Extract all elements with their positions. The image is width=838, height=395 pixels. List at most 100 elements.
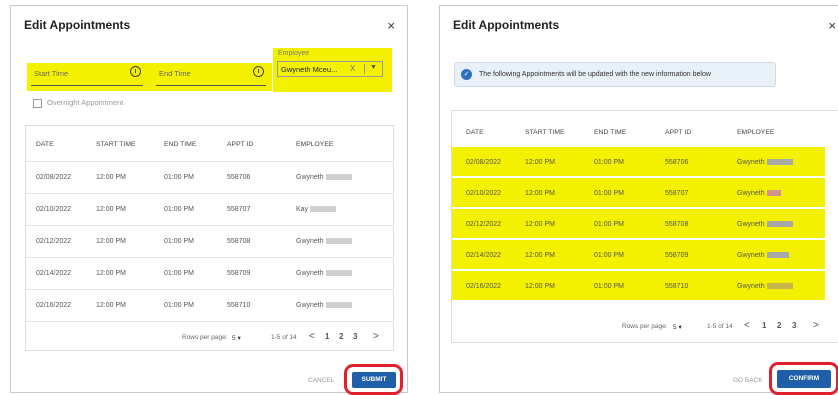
info-banner: ✓ The following Appointments will be upd… [454, 62, 776, 87]
page-2-button[interactable]: 2 [339, 332, 343, 341]
table-cell: 558708 [227, 238, 251, 245]
employee-value: Gwyneth Mceu... [281, 65, 338, 74]
next-page-button[interactable]: > [813, 320, 819, 331]
employee-name: Gwyneth [737, 190, 765, 197]
table-cell: 01:00 PM [164, 270, 194, 277]
column-header: APPT ID [665, 129, 692, 136]
redacted-surname [766, 283, 793, 290]
employee-name: Gwyneth [737, 221, 765, 228]
table-cell: 12:00 PM [96, 270, 126, 277]
cancel-button[interactable]: CANCEL [308, 377, 334, 384]
clock-icon[interactable] [253, 66, 264, 77]
rows-per-page-select[interactable]: 5 ▾ [673, 323, 682, 331]
employee-name: Gwyneth [737, 252, 765, 259]
redacted-surname [766, 252, 789, 259]
rows-per-page-label: Rows per page: [182, 334, 228, 341]
table-cell: 558708 [665, 221, 689, 228]
table-cell: 02/16/2022 [466, 283, 502, 290]
next-page-button[interactable]: > [373, 331, 379, 342]
dialog-title: Edit Appointments [453, 18, 560, 32]
table-cell-employee: Gwyneth [737, 190, 781, 197]
confirm-appointments-dialog: Edit Appointments × ✓ The following Appo… [439, 5, 838, 395]
close-icon[interactable]: × [828, 18, 836, 33]
table-cell: 12:00 PM [525, 252, 555, 259]
table-cell: 01:00 PM [594, 221, 624, 228]
redacted-surname [325, 238, 352, 245]
page-1-button[interactable]: 1 [325, 332, 329, 341]
column-header: START TIME [96, 141, 136, 148]
employee-name: Gwyneth [737, 283, 765, 290]
prev-page-button[interactable]: < [309, 331, 315, 342]
table-cell: 12:00 PM [525, 221, 555, 228]
table-cell: 12:00 PM [525, 283, 555, 290]
chevron-down-icon: ▾ [678, 324, 682, 331]
annotation-highlight-ring [344, 364, 403, 395]
column-header: EMPLOYEE [296, 141, 334, 148]
overnight-label: Overnight Appointment [47, 98, 124, 107]
page-1-button[interactable]: 1 [762, 321, 766, 330]
table-cell: 01:00 PM [164, 238, 194, 245]
edit-appointments-dialog: Edit Appointments × Start Time End Time … [10, 5, 408, 395]
table-cell: 01:00 PM [164, 174, 194, 181]
table-cell-employee: Gwyneth [737, 283, 793, 290]
go-back-button[interactable]: GO BACK [733, 377, 763, 384]
start-time-field[interactable]: Start Time [31, 65, 143, 86]
table-cell: 558710 [227, 302, 251, 309]
table-cell-employee: Gwyneth [737, 159, 793, 166]
table-cell: 01:00 PM [594, 252, 624, 259]
rows-per-page-value: 5 [673, 324, 677, 331]
table-cell: 01:00 PM [594, 190, 624, 197]
table-cell-employee: Gwyneth [737, 221, 793, 228]
table-cell: 558706 [665, 159, 689, 166]
overnight-checkbox[interactable] [33, 99, 42, 108]
prev-page-button[interactable]: < [744, 320, 750, 331]
chevron-down-icon: ▾ [237, 335, 241, 342]
divider [26, 193, 393, 194]
employee-name: Gwyneth [296, 238, 324, 245]
start-time-placeholder: Start Time [34, 69, 69, 78]
table-cell-employee: Gwyneth [296, 174, 352, 181]
appointments-table: DATE START TIME END TIME APPT ID EMPLOYE… [451, 110, 838, 343]
employee-label: Employee [278, 50, 310, 57]
table-cell: 01:00 PM [594, 283, 624, 290]
table-cell: 01:00 PM [594, 159, 624, 166]
column-header: EMPLOYEE [737, 129, 775, 136]
table-cell-employee: Gwyneth [737, 252, 789, 259]
table-cell: 02/12/2022 [466, 221, 502, 228]
table-cell: 02/14/2022 [466, 252, 502, 259]
table-cell: 02/16/2022 [36, 302, 72, 309]
employee-name: Gwyneth [296, 270, 324, 277]
clock-icon[interactable] [130, 66, 141, 77]
redacted-surname [766, 221, 793, 228]
info-text: The following Appointments will be updat… [479, 71, 711, 78]
rows-per-page-select[interactable]: 5 ▾ [232, 334, 241, 342]
employee-name: Gwyneth [737, 159, 765, 166]
divider [26, 257, 393, 258]
page-2-button[interactable]: 2 [777, 321, 781, 330]
close-icon[interactable]: × [387, 18, 395, 33]
annotation-highlight-ring [769, 362, 838, 395]
clear-icon[interactable]: X [350, 64, 355, 73]
employee-name: Gwyneth [296, 174, 324, 181]
table-cell: 02/08/2022 [466, 159, 502, 166]
page-3-button[interactable]: 3 [353, 332, 357, 341]
table-cell: 12:00 PM [96, 302, 126, 309]
rows-per-page-label: Rows per page: [622, 323, 668, 330]
column-header: DATE [36, 141, 54, 148]
employee-name: Kay [296, 206, 309, 213]
page-3-button[interactable]: 3 [792, 321, 796, 330]
rows-per-page-value: 5 [232, 335, 236, 342]
end-time-field[interactable]: End Time [156, 65, 266, 86]
divider [26, 161, 393, 162]
column-header: APPT ID [227, 141, 254, 148]
table-cell: 558707 [227, 206, 251, 213]
redacted-surname [325, 270, 352, 277]
redacted-surname [325, 174, 352, 181]
chevron-down-icon[interactable]: ▼ [370, 64, 377, 71]
divider [26, 321, 393, 322]
employee-select[interactable]: Gwyneth Mceu... X ▼ [277, 61, 383, 77]
table-cell: 12:00 PM [96, 174, 126, 181]
column-header: END TIME [594, 129, 627, 136]
table-cell: 01:00 PM [164, 206, 194, 213]
table-cell: 01:00 PM [164, 302, 194, 309]
